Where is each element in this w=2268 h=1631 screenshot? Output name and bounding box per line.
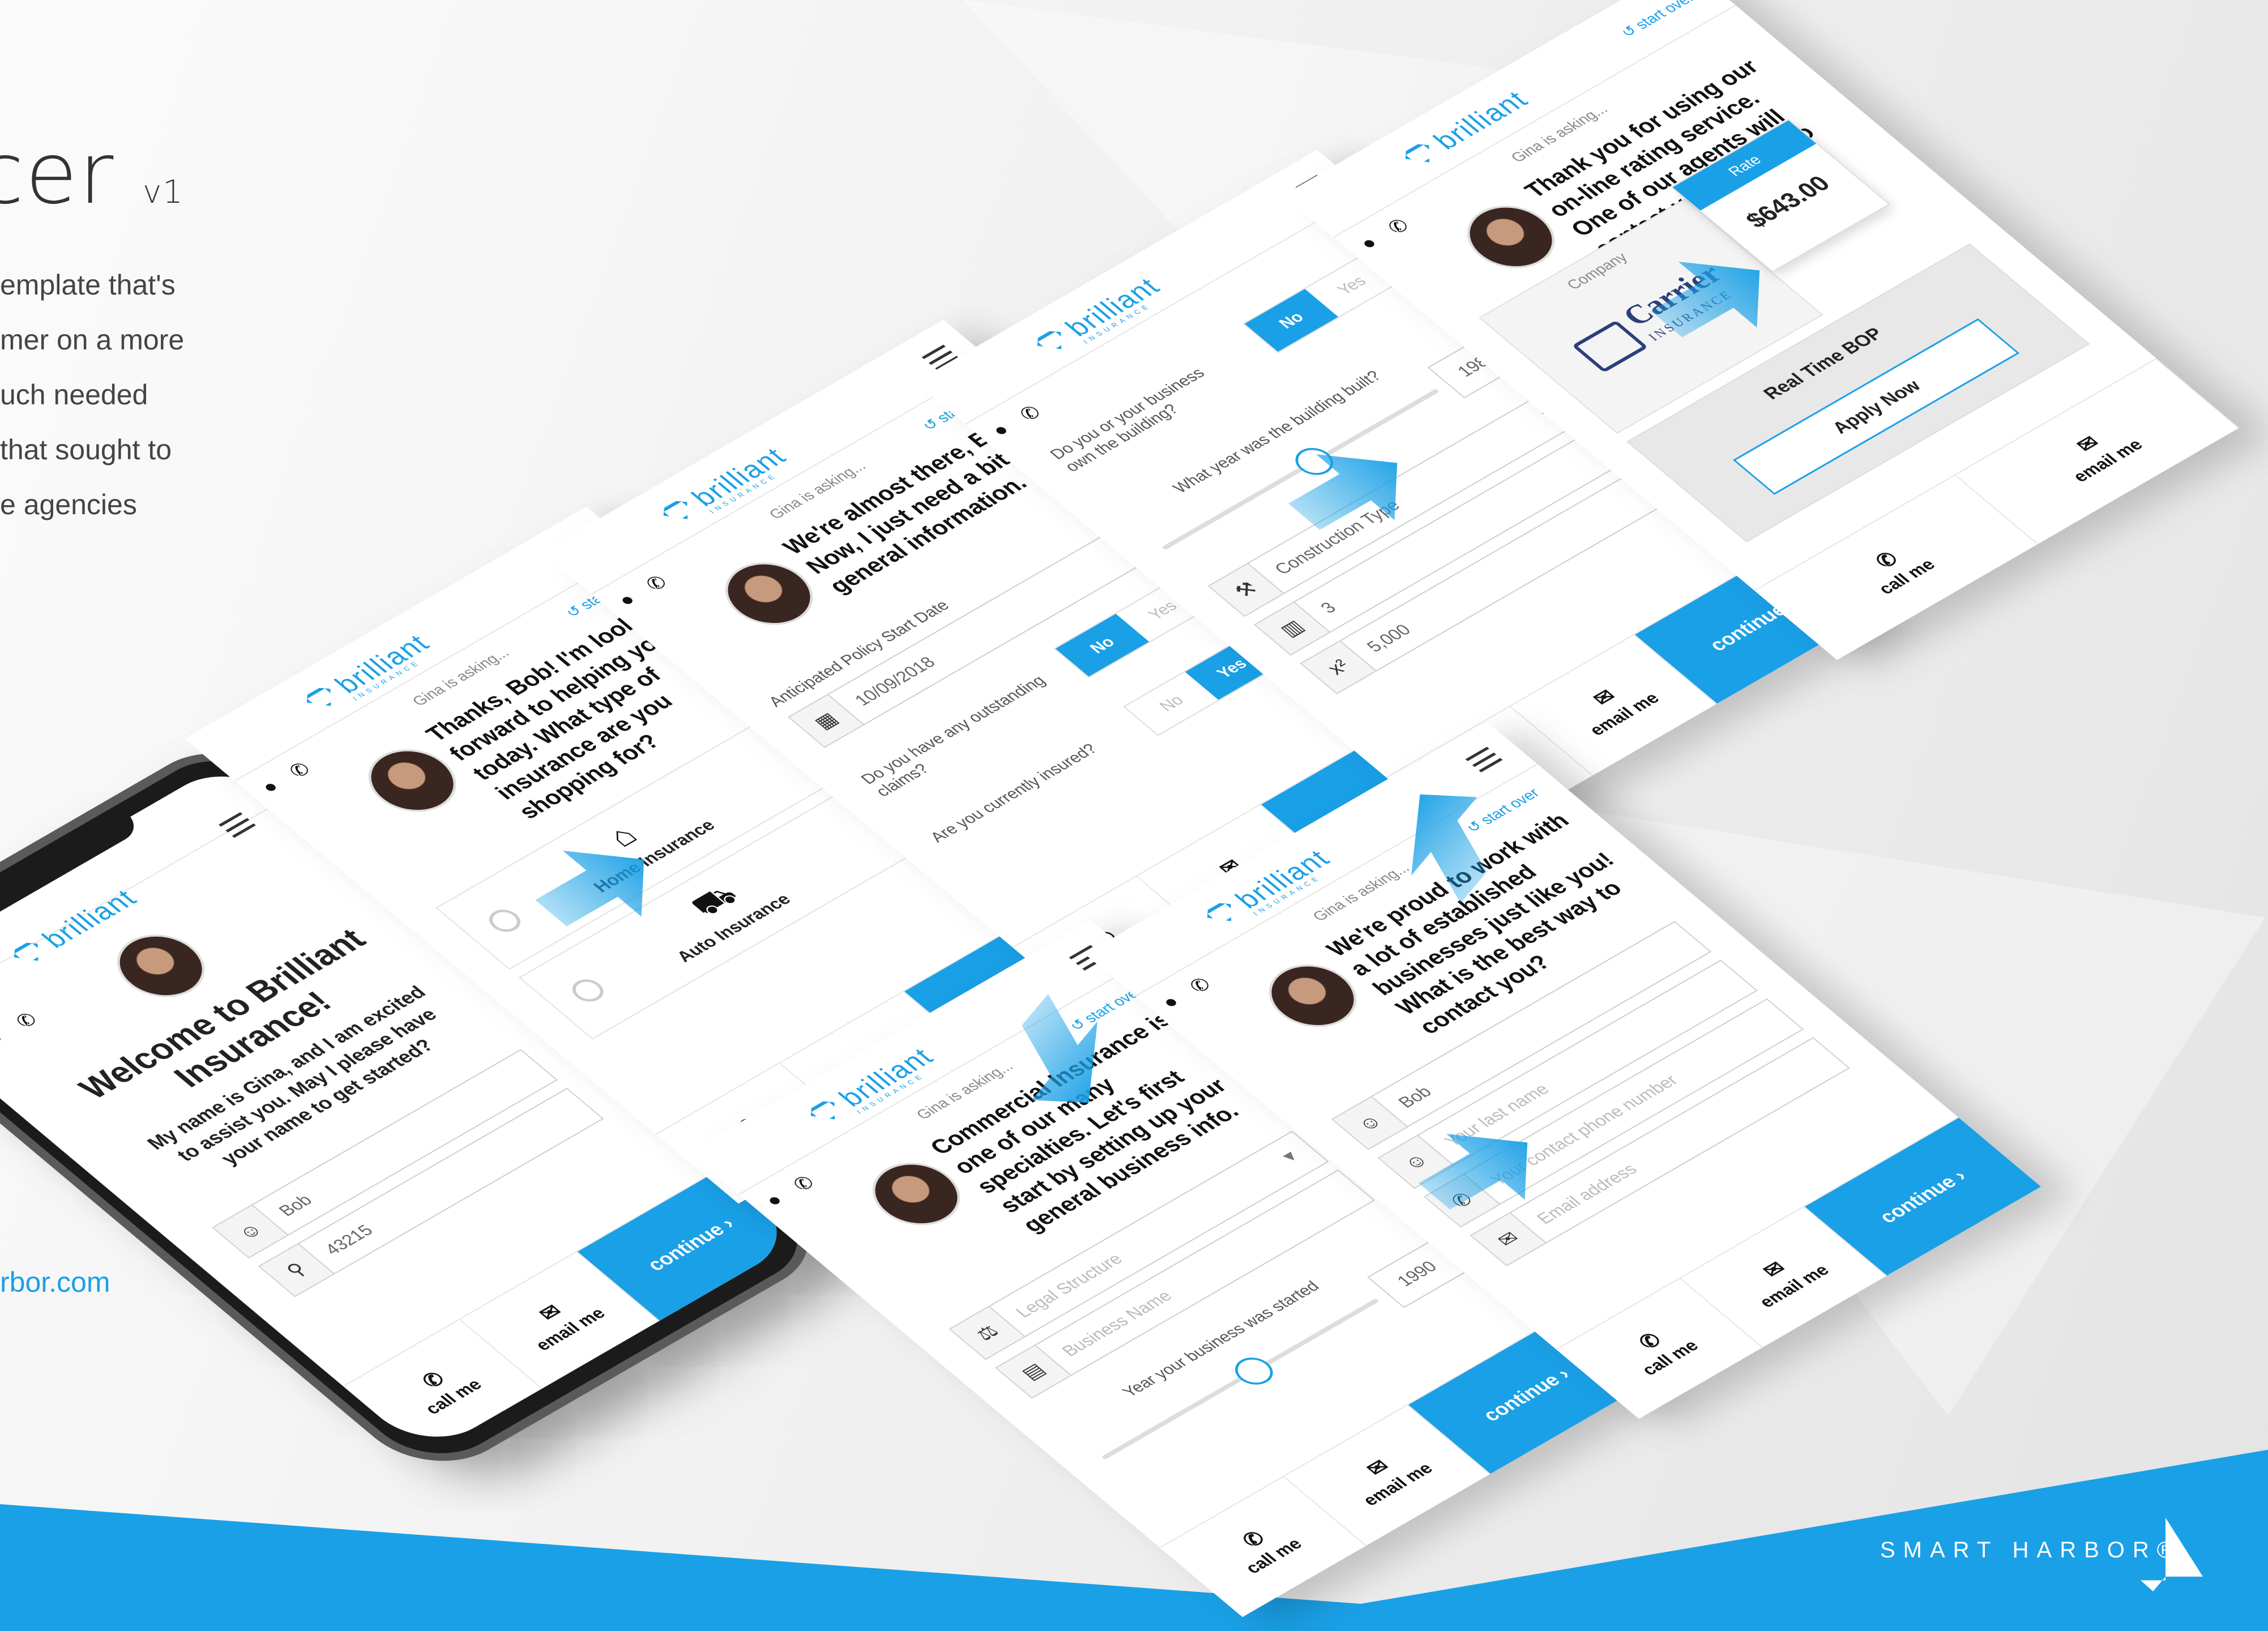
floors-value: 3 <box>1317 599 1340 617</box>
page-title: cer v1 <box>0 125 184 223</box>
first-name-value: Bob <box>1394 1083 1436 1112</box>
location-icon: ⚲ <box>259 1244 335 1296</box>
description-line: emplate that's <box>0 269 176 301</box>
phone-icon[interactable]: ✆ <box>1184 974 1216 997</box>
envelope-icon: ✉ <box>1471 1212 1547 1265</box>
slider-knob[interactable] <box>1227 1352 1281 1390</box>
chevron-down-icon: ▼ <box>1276 1146 1304 1167</box>
house-icon: ⌂ <box>599 818 645 853</box>
envelope-icon: ✉ <box>1757 1257 1791 1282</box>
continue-label: continue <box>1477 1370 1565 1425</box>
agent-avatar <box>99 922 223 1010</box>
radio-button[interactable] <box>482 905 527 937</box>
diamond-icon <box>1032 328 1073 356</box>
page-description: emplate that's mer on a more uch needed … <box>0 258 227 532</box>
continue-label: continue <box>642 1219 729 1275</box>
continue-label: continue <box>1874 1172 1962 1227</box>
user-icon: ☺ <box>1333 1096 1408 1149</box>
building-icon: ▥ <box>1255 602 1330 655</box>
start-date-value: 10/09/2018 <box>851 654 940 710</box>
calendar-icon: ▦ <box>789 694 864 747</box>
name-value: Bob <box>275 1192 317 1220</box>
phone-icon[interactable]: ✆ <box>788 1172 820 1196</box>
envelope-icon: ✉ <box>1360 1455 1395 1480</box>
user-icon: ☺ <box>213 1205 288 1257</box>
diamond-icon <box>658 498 699 526</box>
zip-value: 43215 <box>321 1222 378 1258</box>
diamond-icon <box>1400 141 1441 169</box>
website-link[interactable]: rbor.com <box>0 1266 110 1299</box>
start-over-label: start over <box>1631 0 1698 32</box>
diamond-icon <box>805 1098 847 1126</box>
id-card-icon: ▤ <box>997 1345 1071 1398</box>
envelope-icon: ✉ <box>2070 431 2105 456</box>
phone-icon[interactable]: ✆ <box>1014 402 1047 425</box>
pin-icon[interactable]: ● <box>0 1028 9 1049</box>
square-icon: x² <box>1301 641 1377 693</box>
phone-icon: ✆ <box>1236 1527 1271 1552</box>
radio-button[interactable] <box>566 975 610 1006</box>
menu-icon[interactable] <box>1465 746 1503 772</box>
phone-icon[interactable]: ✆ <box>640 571 673 595</box>
pin-icon[interactable]: ● <box>257 776 285 797</box>
wrench-icon: ⚒ <box>1209 563 1284 616</box>
description-line: that sought to <box>0 434 172 466</box>
phone-icon: ✆ <box>416 1367 450 1393</box>
phone-icon[interactable]: ✆ <box>1382 215 1415 238</box>
description-line: e agencies <box>0 489 137 520</box>
diamond-icon <box>9 940 50 968</box>
description-line: uch needed <box>0 379 148 411</box>
pin-icon[interactable]: ● <box>1157 992 1185 1013</box>
square-feet-value: 5,000 <box>1362 621 1415 656</box>
phone-icon[interactable]: ✆ <box>10 1009 42 1032</box>
carrier-mark-icon <box>1571 320 1648 373</box>
diamond-icon <box>301 685 343 713</box>
diamond-icon <box>1202 900 1243 928</box>
menu-icon[interactable] <box>219 812 256 838</box>
phone-icon: ✆ <box>1869 547 1904 573</box>
description-line: mer on a more <box>0 324 185 356</box>
phone-icon[interactable]: ✆ <box>284 758 316 782</box>
gavel-icon: ⚖ <box>950 1306 1025 1359</box>
pin-icon[interactable]: ● <box>613 590 642 610</box>
pin-icon[interactable]: ● <box>761 1190 789 1211</box>
envelope-icon: ✉ <box>533 1300 567 1325</box>
version-label: v1 <box>143 174 184 211</box>
envelope-icon: ✉ <box>1587 685 1621 710</box>
phone-icon: ✆ <box>1633 1329 1667 1354</box>
smart-harbor-logo: SMART HARBOR® <box>1880 1538 2182 1562</box>
pin-icon[interactable]: ● <box>987 420 1015 441</box>
pin-icon[interactable]: ● <box>1355 233 1383 254</box>
